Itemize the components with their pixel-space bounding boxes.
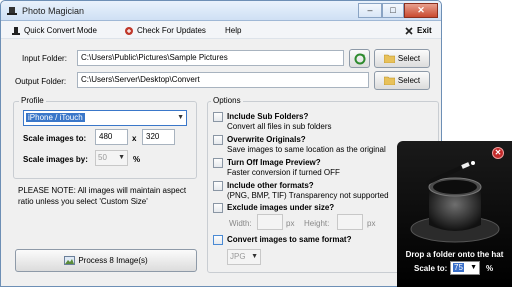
drop-hat-popup[interactable]: ✕ Drop a folder onto the hat Scale to: 7… xyxy=(397,141,512,287)
title-bar: Photo Magician – □ ✕ xyxy=(1,1,441,21)
scale-height-input[interactable]: 320 xyxy=(142,129,175,145)
process-images-label: Process 8 Image(s) xyxy=(78,256,148,265)
format-select[interactable]: JPG ▼ xyxy=(227,249,261,265)
minimize-button[interactable]: – xyxy=(358,3,382,18)
overwrite-originals-desc: Save images to same location as the orig… xyxy=(227,145,386,154)
scale-by-value: 50 xyxy=(98,153,107,162)
exclude-width-label: Width: xyxy=(229,219,252,228)
exclude-height-input[interactable] xyxy=(337,214,363,230)
popup-scale-percent: % xyxy=(486,264,494,273)
menu-quick-convert-label: Quick Convert Mode xyxy=(24,26,97,35)
exclude-height-unit: px xyxy=(367,219,376,228)
menu-exit-label: Exit xyxy=(417,26,432,35)
chevron-down-icon: ▼ xyxy=(118,154,125,161)
exclude-size-title: Exclude images under size? xyxy=(227,203,335,212)
include-subfolders-desc: Convert all files in sub folders xyxy=(227,122,332,131)
exclude-size-checkbox[interactable] xyxy=(213,203,223,213)
images-icon xyxy=(64,256,76,266)
aspect-ratio-note: PLEASE NOTE: All images will maintain as… xyxy=(18,186,187,206)
folder-icon xyxy=(383,77,395,86)
close-icon[interactable]: ✕ xyxy=(492,147,504,159)
menu-check-updates[interactable]: Check For Updates xyxy=(124,24,206,37)
maximize-button[interactable]: □ xyxy=(382,3,404,18)
refresh-button[interactable] xyxy=(349,49,370,68)
x-separator: x xyxy=(132,134,137,143)
include-subfolders-title: Include Sub Folders? xyxy=(227,112,309,121)
image-preview-title: Turn Off Image Preview? xyxy=(227,158,321,167)
main-window: Photo Magician – □ ✕ Quick Convert Mode … xyxy=(0,0,442,287)
output-folder-label: Output Folder: xyxy=(15,77,67,86)
format-select-value: JPG xyxy=(230,252,246,261)
menu-check-updates-label: Check For Updates xyxy=(137,26,206,35)
output-select-label: Select xyxy=(397,76,421,85)
other-formats-desc: (PNG, BMP, TIF) Transparency not support… xyxy=(227,191,389,200)
window-title: Photo Magician xyxy=(22,6,85,16)
overwrite-originals-checkbox[interactable] xyxy=(213,135,223,145)
input-select-label: Select xyxy=(397,54,421,63)
refresh-icon xyxy=(354,53,365,65)
scale-by-percent: % xyxy=(133,155,141,164)
hat-icon xyxy=(12,26,20,35)
input-select-button[interactable]: Select xyxy=(374,49,430,68)
scale-width-input[interactable]: 480 xyxy=(95,129,128,145)
close-button[interactable]: ✕ xyxy=(404,3,438,18)
include-subfolders-checkbox[interactable] xyxy=(213,112,223,122)
profile-select[interactable]: iPhone / iTouch ▼ xyxy=(23,110,187,126)
output-select-button[interactable]: Select xyxy=(374,71,430,90)
output-folder-field[interactable]: C:\Users\Server\Desktop\Convert xyxy=(77,72,369,88)
image-preview-checkbox[interactable] xyxy=(213,158,223,168)
scale-by-label: Scale images by: xyxy=(23,155,88,164)
menu-exit[interactable]: Exit xyxy=(404,24,432,37)
folder-icon xyxy=(383,55,395,64)
input-folder-label: Input Folder: xyxy=(22,54,67,63)
chevron-down-icon: ▼ xyxy=(177,114,184,121)
same-format-title: Convert images to same format? xyxy=(227,235,352,244)
drop-hat-message: Drop a folder onto the hat xyxy=(405,250,504,259)
popup-scale-select[interactable]: 75 ▼ xyxy=(450,261,480,275)
menu-help[interactable]: Help xyxy=(225,24,241,37)
menu-quick-convert[interactable]: Quick Convert Mode xyxy=(11,24,97,37)
magic-hat-icon xyxy=(410,161,500,243)
exclude-height-label: Height: xyxy=(304,219,330,228)
exclude-width-input[interactable] xyxy=(257,214,283,230)
other-formats-checkbox[interactable] xyxy=(213,181,223,191)
popup-scale-label: Scale to: xyxy=(414,264,448,273)
chevron-down-icon: ▼ xyxy=(470,264,477,271)
profile-group-title: Profile xyxy=(19,96,46,105)
same-format-checkbox[interactable] xyxy=(213,235,223,245)
profile-select-value: iPhone / iTouch xyxy=(26,113,85,122)
magic-hat-app-icon xyxy=(7,7,17,15)
scale-to-label: Scale images to: xyxy=(23,134,87,143)
update-icon xyxy=(125,26,133,35)
overwrite-originals-title: Overwrite Originals? xyxy=(227,135,306,144)
options-group-title: Options xyxy=(211,96,243,105)
close-icon xyxy=(405,27,413,35)
input-folder-field[interactable]: C:\Users\Public\Pictures\Sample Pictures xyxy=(77,50,344,66)
exclude-width-unit: px xyxy=(286,219,295,228)
popup-scale-value: 75 xyxy=(453,263,464,272)
image-preview-desc: Faster conversion if turned OFF xyxy=(227,168,340,177)
process-images-button[interactable]: Process 8 Image(s) xyxy=(15,249,197,272)
chevron-down-icon: ▼ xyxy=(251,253,258,260)
menu-bar: Quick Convert Mode Check For Updates Hel… xyxy=(1,21,441,39)
scale-by-select[interactable]: 50 ▼ xyxy=(95,150,128,166)
other-formats-title: Include other formats? xyxy=(227,181,314,190)
